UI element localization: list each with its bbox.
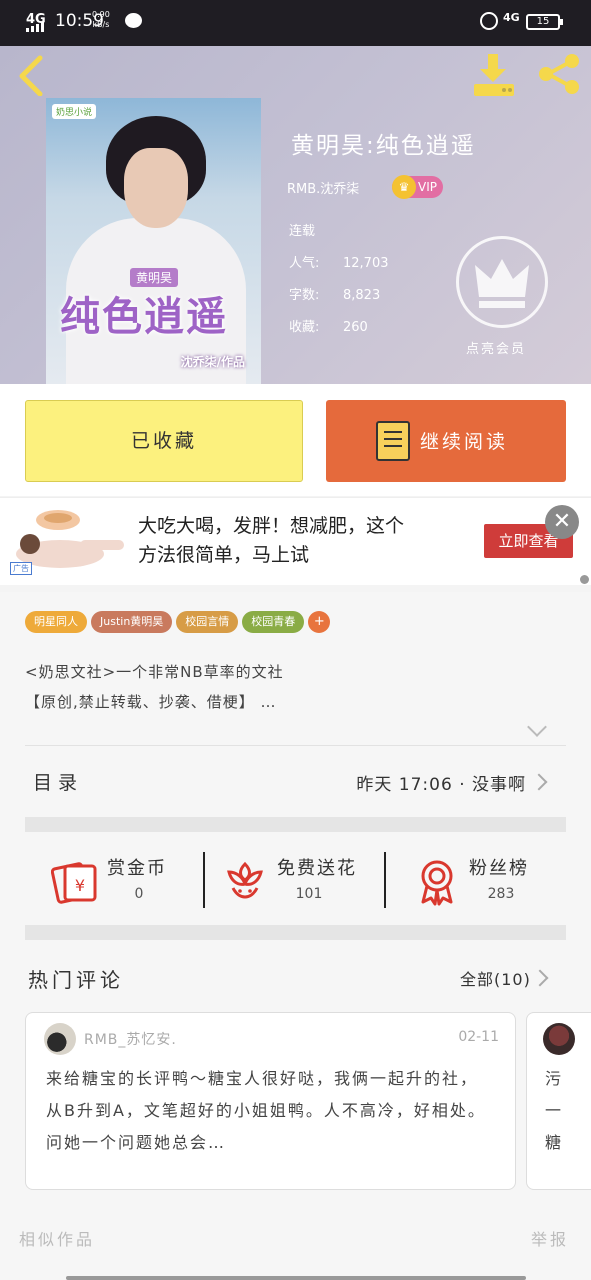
fans-value: 283 [487, 886, 515, 902]
popularity-label: 人气: [289, 256, 320, 271]
popularity-row: 人气: 12,703 [289, 252, 389, 271]
vip-badge: ♛ VIP [392, 175, 443, 199]
ad-banner[interactable]: 广告 大吃大喝，发胖！想减肥，这个 方法很简单，马上试 立即查看 ✕ [0, 497, 591, 585]
signal-icon [26, 22, 44, 32]
ad-info-icon[interactable] [580, 575, 589, 584]
comment-date: 02-11 [458, 1029, 499, 1045]
ad-text: 大吃大喝，发胖！想减肥，这个 方法很简单，马上试 [138, 512, 404, 570]
tag-item[interactable]: 校园言情 [176, 611, 239, 633]
cover-author: 沈乔柒/作品 [180, 355, 245, 369]
back-icon[interactable] [14, 52, 50, 96]
flower-icon [227, 861, 263, 899]
all-comments-link[interactable]: 全部(10) [460, 966, 531, 990]
cover-figure-face [124, 148, 188, 228]
book-author[interactable]: RMB.沈乔柒 [287, 178, 359, 197]
message-icon [125, 13, 142, 28]
stats-row: ¥ 赏金币 0 免费送花 101 粉丝榜 283 [25, 834, 566, 938]
words-row: 字数: 8,823 [289, 284, 380, 303]
divider [203, 852, 205, 908]
status-bar: 4G 10:59 0.90 kB/s 4G 15 [0, 0, 591, 46]
network-label: 4G [503, 11, 520, 24]
medal-icon [421, 860, 453, 906]
action-bar: 已收藏 继续阅读 [0, 384, 591, 496]
tag-item[interactable]: 明星同人 [25, 611, 87, 633]
description-line-2: 【原创,禁止转载、抄袭、借梗】 … [25, 693, 277, 711]
ad-line-1: 大吃大喝，发胖！想减肥，这个 [138, 515, 405, 537]
vip-label: VIP [418, 180, 437, 194]
book-title: 黄明昊:纯色逍遥 [291, 133, 476, 159]
flower-label: 免费送花 [277, 858, 357, 879]
ad-line-2: 方法很简单，马上试 [138, 544, 310, 566]
member-crown-icon[interactable] [456, 236, 548, 328]
words-value: 8,823 [343, 288, 381, 303]
tag-item[interactable]: Justin黄明昊 [91, 611, 173, 633]
share-icon[interactable] [536, 52, 582, 96]
fans-ranking-button[interactable]: 粉丝榜 283 [413, 848, 563, 928]
member-label[interactable]: 点亮会员 [466, 338, 526, 357]
fans-label: 粉丝榜 [469, 858, 529, 879]
favorites-value: 260 [343, 320, 368, 335]
popularity-value: 12,703 [343, 256, 389, 271]
hot-comments-title: 热门评论 [28, 968, 124, 992]
avatar[interactable] [44, 1023, 76, 1055]
horizontal-scrollbar[interactable] [66, 1276, 526, 1280]
reward-value: 0 [134, 886, 144, 902]
battery-icon: 15 [526, 14, 563, 30]
words-label: 字数: [289, 288, 320, 303]
comment-text: 来给糖宝的长评鸭～糖宝人很好哒，我俩一起升的社，从B升到A，文笔超好的小姐姐鸭。… [46, 1069, 486, 1152]
chevron-right-icon[interactable] [531, 969, 549, 987]
cover-title: 纯色逍遥 [60, 293, 228, 340]
chevron-right-icon [530, 773, 548, 791]
comment-text: 污一糖 [545, 1069, 564, 1152]
cover-logo: 奶思小说 [52, 104, 97, 119]
flower-value: 101 [295, 886, 323, 902]
similar-works-label[interactable]: 相似作品 [19, 1226, 95, 1250]
svg-text:¥: ¥ [75, 876, 85, 895]
detail-panel: 明星同人 Justin黄明昊 校园言情 校园青春 + <奶思文社>一个非常NB草率的文社… [0, 592, 591, 1280]
red-envelope-icon: ¥ [51, 862, 97, 904]
favorited-button[interactable]: 已收藏 [25, 400, 303, 482]
send-flower-button[interactable]: 免费送花 101 [221, 848, 381, 928]
net-speed-unit: kB/s [92, 20, 110, 29]
divider [25, 745, 566, 746]
book-cover[interactable]: 奶思小说 黄明昊 纯色逍遥 沈乔柒/作品 [46, 98, 261, 384]
book-status: 连载 [289, 224, 316, 239]
continue-reading-button[interactable]: 继续阅读 [326, 400, 566, 482]
table-of-contents-row[interactable]: 目录 昨天 17:06 · 没事啊 [25, 752, 566, 812]
ad-tag: 广告 [10, 562, 32, 575]
book-header: 奶思小说 黄明昊 纯色逍遥 沈乔柒/作品 黄明昊:纯色逍遥 RMB.沈乔柒 ♛ … [0, 46, 591, 384]
section-separator [25, 925, 566, 940]
reward-coins-button[interactable]: ¥ 赏金币 0 [51, 848, 201, 928]
section-separator [25, 817, 566, 832]
continue-reading-label: 继续阅读 [420, 431, 509, 453]
ad-close-icon[interactable]: ✕ [545, 505, 579, 539]
expand-description-icon[interactable] [527, 717, 547, 737]
avatar[interactable] [543, 1023, 575, 1055]
comment-user[interactable]: RMB_苏忆安. [84, 1029, 177, 1049]
download-icon[interactable] [470, 52, 518, 96]
latest-chapter: 昨天 17:06 · 没事啊 [356, 775, 526, 795]
comment-card[interactable]: RMB_苏忆安. 02-11 来给糖宝的长评鸭～糖宝人很好哒，我俩一起升的社，从… [25, 1012, 516, 1190]
tag-list: 明星同人 Justin黄明昊 校园言情 校园青春 + [25, 610, 331, 633]
reward-label: 赏金币 [107, 858, 167, 879]
comment-card[interactable]: 污一糖 [526, 1012, 591, 1190]
favorites-row: 收藏: 260 [289, 316, 368, 335]
add-tag-button[interactable]: + [308, 611, 331, 633]
report-link[interactable]: 举报 [531, 1226, 569, 1250]
net-speed: 0.90 kB/s [92, 10, 110, 30]
alarm-icon [480, 12, 498, 30]
book-icon [376, 421, 410, 461]
divider [384, 852, 386, 908]
net-speed-value: 0.90 [92, 10, 110, 19]
toc-label: 目录 [33, 772, 84, 794]
description-line-1: <奶思文社>一个非常NB草率的文社 [25, 663, 284, 681]
tag-item[interactable]: 校园青春 [242, 611, 305, 633]
crown-icon: ♛ [392, 175, 416, 199]
book-description[interactable]: <奶思文社>一个非常NB草率的文社 【原创,禁止转载、抄袭、借梗】 … [25, 657, 284, 717]
favorites-label: 收藏: [289, 320, 320, 335]
